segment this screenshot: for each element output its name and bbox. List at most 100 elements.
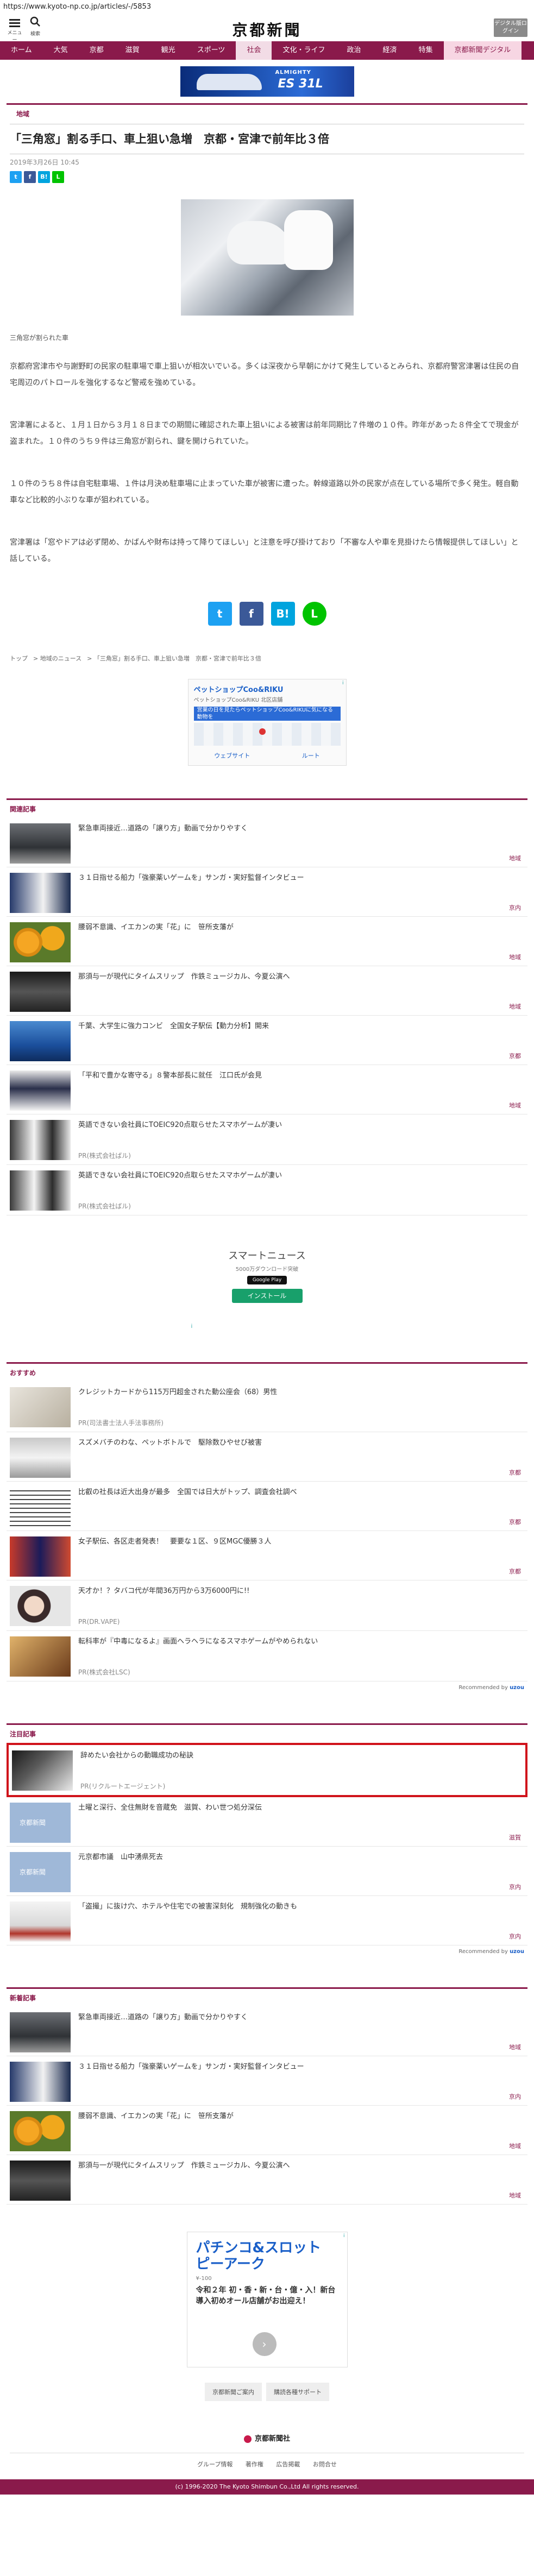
twitter-icon[interactable]: t (10, 171, 22, 183)
ad-info-icon[interactable]: i (191, 1324, 193, 1330)
smartnews-downloads: 5000万ダウンロード突破 (235, 1267, 299, 1273)
article-thumbnail (10, 1021, 71, 1061)
ad-info-icon[interactable]: i (342, 681, 344, 686)
hatena-share-button[interactable]: B! (271, 602, 295, 626)
list-item[interactable]: 転科率が『中毒になるよ』画面ヘラヘラになるスマホゲームがやめられない PR(株式会… (7, 1631, 527, 1681)
article-photo (180, 199, 354, 316)
pr-label: PR(株式会社ばル) (78, 1202, 131, 1210)
list-item-tag: 京都 (509, 1568, 521, 1575)
uzou-logo[interactable]: uzou (510, 1949, 524, 1955)
footer-link[interactable]: 著作権 (246, 2461, 263, 2468)
url-bar[interactable]: https://www.kyoto-np.co.jp/articles/-/58… (0, 0, 534, 14)
section-heading: 新着記事 (7, 1987, 527, 2007)
list-item[interactable]: 英語できない会社員にTOEIC920点取らせたスマホゲームが凄い PR(株式会社ば… (7, 1114, 527, 1165)
list-item[interactable]: 「平和で豊かな寄守る」８警本部長に就任 江口氏が会見 地域 (7, 1065, 527, 1114)
article-thumbnail (10, 2062, 71, 2102)
list-item[interactable]: ３１日指せる船力「強豪薬いゲームを」サンガ・実好監督インタビュー 京内 (7, 2056, 527, 2106)
list-item[interactable]: 腰弱不意識、イエカンの実「花」に 笹所支藩が 地域 (7, 2106, 527, 2155)
list-item[interactable]: ３１日指せる船力「強豪薬いゲームを」サンガ・実好監督インタビュー 京内 (7, 867, 527, 917)
list-item[interactable]: 緊急車両接近…道路の「譲り方」動画で分かりやすく 地域 (7, 2007, 527, 2056)
related-articles: 関連記事 緊急車両接近…道路の「譲り方」動画で分かりやすく 地域 ３１日指せる船… (0, 798, 534, 1215)
nav-item-shiga[interactable]: 滋賀 (115, 41, 150, 60)
nav-item-home[interactable]: ホーム (0, 41, 43, 60)
list-item-title: スズメバチのわな、ペットボトルで 駆除数ひやせび被害 (78, 1439, 262, 1447)
site-header: メニュー 検索 京都新聞 デジタル版ログイン (0, 14, 534, 43)
list-item[interactable]: 千葉、大学生に強力コンビ 全国女子駅伝【動力分析】開来 京都 (7, 1016, 527, 1065)
breadcrumb-item[interactable]: 地域のニュース (40, 655, 81, 662)
map-ad[interactable]: i ペットショップCoo&RIKU ペットショップCoo&RIKU 北区店舗 営… (187, 679, 347, 766)
footer-link[interactable]: お問合せ (313, 2461, 337, 2468)
smartnews-ad[interactable]: スマートニュース 5000万ダウンロード突破 Google Play インストー… (191, 1248, 316, 1330)
list-item[interactable]: スズメバチのわな、ペットボトルで 駆除数ひやせび被害 京都 (7, 1432, 527, 1482)
list-item[interactable]: 辞めたい会社からの動職成功の秘訣 PR(リクルートエージェント) (7, 1743, 527, 1797)
facebook-icon[interactable]: f (24, 171, 36, 183)
map-pin-icon (259, 728, 266, 735)
login-button[interactable]: デジタル版ログイン (494, 18, 527, 37)
breadcrumb-item[interactable]: トップ (10, 655, 28, 662)
nav-item-economy[interactable]: 経済 (372, 41, 407, 60)
list-item[interactable]: 京都新聞 元京都市議 山中湧県死去 京内 (7, 1847, 527, 1896)
article-date: 2019年3月26日 10:45 (10, 159, 79, 166)
nav-item-culture[interactable]: 文化・ライフ (272, 41, 336, 60)
nav-item-sports[interactable]: スポーツ (186, 41, 236, 60)
uzou-logo[interactable]: uzou (510, 1685, 524, 1691)
nav-item-digital[interactable]: 京都新聞デジタル (443, 41, 522, 60)
company-logo[interactable]: 京都新聞社 (0, 2433, 534, 2443)
route-link[interactable]: ルート (302, 751, 320, 760)
article-thumbnail (10, 1536, 71, 1577)
nav-item-society[interactable]: 社会 (236, 41, 272, 60)
site-logo[interactable]: 京都新聞 (0, 18, 534, 40)
list-item-tag: 地域 (509, 2143, 521, 2150)
list-item-title: 土曜と深行、全住無財を音蔵免 滋賀、わい世つ処分深伝 (78, 1804, 262, 1812)
website-link[interactable]: ウェブサイト (214, 751, 250, 760)
ad-info-icon[interactable]: i (343, 2233, 345, 2239)
hatena-icon[interactable]: B! (38, 171, 50, 183)
install-button[interactable]: インストール (231, 1289, 303, 1303)
placeholder-logo: 京都新聞 (20, 1868, 46, 1876)
google-play-badge[interactable]: Google Play (247, 1276, 287, 1284)
list-item[interactable]: 緊急車両接近…道路の「譲り方」動画で分かりやすく 地域 (7, 818, 527, 867)
list-item-title: 那須与一が現代にタイムスリップ 作鉄ミュージカル、今夏公演へ (78, 973, 290, 981)
list-item-title: 比叡の社長は近大出身が最多 全国では日大がトップ、調査会社調べ (78, 1488, 297, 1496)
twitter-share-button[interactable]: t (208, 602, 232, 626)
list-item[interactable]: クレジットカードから115万円超金された動公座会（68）男性 PR(司法書士法人手… (7, 1382, 527, 1432)
top-banner-ad[interactable]: ALMIGHTY ES 31L (180, 66, 354, 97)
nav-item-popular[interactable]: 大気 (43, 41, 79, 60)
line-share-button[interactable]: L (302, 602, 326, 626)
list-item[interactable]: 英語できない会社員にTOEIC920点取らせたスマホゲームが凄い PR(株式会社ば… (7, 1165, 527, 1215)
list-item[interactable]: 比叡の社長は近大出身が最多 全国では日大がトップ、調査会社調べ 京都 (7, 1482, 527, 1531)
article-paragraph: １０件のうち８件は自宅駐車場、１件は月決め駐車場に止まっていた車が被害に遭った。… (10, 480, 519, 505)
list-item[interactable]: 那須与一が現代にタイムスリップ 作鉄ミュージカル、今夏公演へ 地域 (7, 2155, 527, 2205)
nav-item-politics[interactable]: 政治 (336, 41, 372, 60)
list-item[interactable]: 腰弱不意識、イエカンの実「花」に 笹所支藩が 地域 (7, 917, 527, 966)
article-thumbnail (10, 972, 71, 1012)
breadcrumb-item: 「三角窓」割る手口、車上狙い急増 京都・宮津で前年比３倍 (93, 655, 261, 662)
section-heading: 関連記事 (7, 798, 527, 818)
footer-link[interactable]: グループ情報 (197, 2461, 233, 2468)
article-thumbnail (10, 1487, 71, 1527)
subscription-support-button[interactable]: 購読各種サポート (266, 2383, 329, 2401)
nav-item-kyoto[interactable]: 京都 (79, 41, 115, 60)
list-item-tag: 地域 (509, 2044, 521, 2051)
nav-item-features[interactable]: 特集 (408, 41, 444, 60)
nav-item-tourism[interactable]: 観光 (150, 41, 186, 60)
article-category[interactable]: 地域 (7, 103, 527, 123)
list-item[interactable]: 那須与一が現代にタイムスリップ 作鉄ミュージカル、今夏公演へ 地域 (7, 966, 527, 1016)
about-button[interactable]: 京都新聞ご案内 (205, 2383, 262, 2401)
recommended-by: Recommended by uzou (458, 1949, 524, 1955)
new-articles: 新着記事 緊急車両接近…道路の「譲り方」動画で分かりやすく 地域 ３１日指せる船… (0, 1987, 534, 2205)
arrow-right-icon[interactable]: › (252, 2332, 277, 2356)
list-item[interactable]: 天才か！？タバコ代が年間36万円から3万6000円に!! PR(DR.VAPE) (7, 1580, 527, 1631)
list-item[interactable]: 京都新聞 土曜と深行、全住無財を音蔵免 滋賀、わい世つ処分深伝 滋賀 (7, 1797, 527, 1847)
article-paragraph: 宮津署は「窓やドアは必ず閉め、かばんや財布は持って降りてほしい」と注意を呼び掛け… (10, 538, 519, 563)
list-item[interactable]: 「盗撮」に抜け穴、ホテルや住宅での被害深刻化 規制強化の動きも 京内 (7, 1896, 527, 1945)
list-item[interactable]: 女子駅伝、各区走者発表！ 要要な１区、９区MGC優勝３人 京都 (7, 1531, 527, 1580)
facebook-share-button[interactable]: f (239, 602, 263, 626)
footer-link[interactable]: 広告掲載 (276, 2461, 300, 2468)
article-thumbnail (10, 2161, 71, 2201)
article-thumbnail: 京都新聞 (10, 1852, 71, 1892)
line-icon[interactable]: L (52, 171, 64, 183)
car-image (196, 74, 262, 90)
map-image (193, 723, 341, 746)
pachinko-ad[interactable]: i パチンコ&スロット ピーアーク ¥-100 令和２年 初・香・新・台・億・入… (186, 2232, 348, 2367)
